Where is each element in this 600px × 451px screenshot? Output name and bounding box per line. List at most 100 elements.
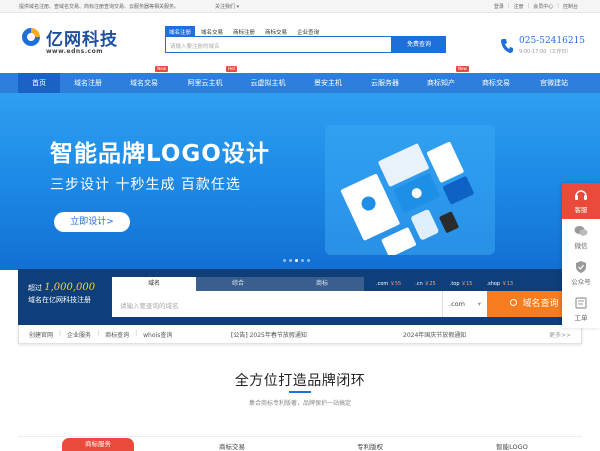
registration-caption: 域名在亿网科技注册 bbox=[28, 296, 91, 304]
more-notices-link[interactable]: 更多>> bbox=[549, 330, 571, 339]
free-search-button[interactable]: 免费查询 bbox=[392, 36, 446, 53]
nav-domain-register-label: 域名注册 bbox=[74, 79, 102, 87]
tab-domain[interactable]: 域名 bbox=[112, 277, 196, 291]
price-value: ￥15 bbox=[461, 281, 473, 287]
carousel-dot[interactable] bbox=[289, 259, 292, 262]
design-now-button[interactable]: 立即设计> bbox=[54, 212, 130, 232]
nav-trademark-trade[interactable]: 商标交易 New bbox=[456, 66, 522, 93]
nav-home[interactable]: 首页 bbox=[18, 73, 60, 93]
domain-search-label: 域名查询 bbox=[522, 299, 559, 309]
banner-subtitle: 三步设计 十秒生成 百款任选 bbox=[50, 177, 241, 193]
login-link[interactable]: 登录 bbox=[494, 3, 504, 10]
new-badge: New bbox=[456, 66, 469, 72]
nav-trademark-ip[interactable]: 商标知产 bbox=[416, 73, 466, 93]
sidebar-label: 公众号 bbox=[571, 278, 591, 286]
customer-service-button[interactable]: 客服 bbox=[562, 183, 600, 219]
carousel-dot[interactable] bbox=[301, 259, 304, 262]
carousel-dot[interactable] bbox=[295, 259, 298, 262]
logo-name: 亿网科技 bbox=[46, 30, 118, 50]
link-enterprise[interactable]: 企业服务 bbox=[67, 330, 91, 339]
domain-search-input[interactable]: 请输入要查询的域名 bbox=[112, 291, 442, 317]
nav-cloud-server[interactable]: 云服务器 bbox=[360, 73, 410, 93]
logo-icon bbox=[22, 28, 40, 46]
domain-prices: .com ￥55 .cn ￥25 .top ￥15 .shop ￥13 bbox=[376, 280, 513, 287]
floating-sidebar: 客服 微信 公众号 工单 bbox=[562, 183, 600, 328]
registration-count: 超过 1,000,000 bbox=[28, 282, 95, 293]
suffix-value: .com bbox=[449, 300, 465, 308]
phone-icon bbox=[501, 39, 513, 53]
section-title: 全方位打造品牌闭环 bbox=[234, 373, 366, 389]
logo-url: www.edns.com bbox=[46, 48, 103, 55]
tab-comprehensive[interactable]: 综合 bbox=[196, 277, 280, 291]
notice-item[interactable]: 2024年国庆节放假通知 bbox=[403, 330, 466, 339]
hotline: 025-52416215 9:00-17:00（工作日） bbox=[500, 36, 590, 66]
promo-prefix: 超过 bbox=[28, 284, 42, 292]
ticket-icon bbox=[575, 297, 587, 309]
sidebar-label: 客服 bbox=[574, 206, 588, 214]
banner-title: 智能品牌LOGO设计 bbox=[50, 141, 270, 167]
price-value: ￥55 bbox=[389, 281, 402, 287]
follow-us-link[interactable]: 关注我们 ▾ bbox=[215, 3, 239, 10]
domain-suffix-select[interactable]: .com ▾ bbox=[442, 291, 487, 317]
hero-banner[interactable]: 智能品牌LOGO设计 三步设计 十秒生成 百款任选 立即设计> bbox=[0, 93, 600, 270]
notice-text: 2025年春节放假通知 bbox=[249, 332, 307, 339]
nav-cloud-server-label: 云服务器 bbox=[371, 79, 399, 87]
account-links: 登录 | 注册 | 会员中心 | 控制台 bbox=[493, 3, 578, 10]
link-whois[interactable]: whois查询 bbox=[143, 330, 172, 339]
nav-domain-trade[interactable]: 域名交易 New bbox=[118, 66, 170, 93]
nav-domain-trade-label: 域名交易 bbox=[130, 79, 158, 87]
sidebar-label: 微信 bbox=[574, 242, 588, 250]
notice-item[interactable]: [公告] 2025年春节放假通知 bbox=[231, 330, 307, 339]
shield-check-icon bbox=[576, 261, 586, 273]
nav-jingan-host[interactable]: 景安主机 bbox=[302, 73, 354, 93]
carousel-dot[interactable] bbox=[283, 259, 286, 262]
site-logo[interactable]: 亿网科技 www.edns.com bbox=[20, 24, 140, 64]
price-value: ￥13 bbox=[501, 281, 514, 287]
nav-site-builder[interactable]: 官微建站 bbox=[528, 73, 580, 93]
price-shop[interactable]: .shop ￥13 bbox=[487, 280, 514, 287]
header: 亿网科技 www.edns.com 域名注册 域名交易 商标注册 商标交易 企业… bbox=[0, 13, 600, 73]
price-top[interactable]: .top ￥15 bbox=[450, 280, 473, 287]
link-trademark-search[interactable]: 商标查询 bbox=[105, 330, 129, 339]
console-link[interactable]: 控制台 bbox=[563, 3, 578, 10]
section-divider bbox=[289, 391, 311, 393]
headset-icon bbox=[575, 190, 587, 200]
wechat-button[interactable]: 微信 bbox=[562, 219, 600, 255]
site-intro: 提供域名注册、查域名交易、商标注册查询交易、云服务器等相关服务。 bbox=[19, 4, 180, 10]
carousel-dots bbox=[283, 259, 310, 262]
carousel-dot[interactable] bbox=[307, 259, 310, 262]
price-com[interactable]: .com ￥55 bbox=[376, 280, 401, 287]
nav-aliyun-host[interactable]: 阿里云主机 bbox=[176, 73, 234, 93]
domain-search-tabs: 域名 综合 商标 bbox=[112, 277, 364, 291]
section-subtitle: 集合商标专利版著，品牌保护一站搞定 bbox=[248, 400, 351, 407]
price-value: ￥25 bbox=[424, 281, 436, 287]
price-cn[interactable]: .cn ￥25 bbox=[415, 280, 435, 287]
phone-hours: 9:00-17:00（工作日） bbox=[519, 49, 572, 55]
nav-virtual-host[interactable]: 云虚拟主机 Hot bbox=[226, 66, 298, 93]
price-ext: .top bbox=[449, 281, 460, 287]
service-tabs: 商标服务 商标交易 专利版权 智能LOGO bbox=[18, 436, 582, 451]
quick-links-bar: 创建官网 | 企业服务 | 商标查询 | whois查询 [公告] 2025年春节放假… bbox=[18, 325, 582, 344]
member-center-link[interactable]: 会员中心 bbox=[533, 3, 553, 10]
new-badge: New bbox=[155, 66, 168, 72]
tab-trademark[interactable]: 商标 bbox=[280, 277, 364, 291]
link-create-site[interactable]: 创建官网 bbox=[29, 330, 53, 339]
domain-search-panel: 超过 1,000,000 域名在亿网科技注册 域名 综合 商标 .com ￥55… bbox=[18, 269, 600, 325]
search-icon bbox=[510, 299, 518, 306]
phone-number: 025-52416215 bbox=[519, 36, 586, 46]
price-ext: .com bbox=[376, 281, 389, 287]
promo-number: 1,000,000 bbox=[44, 282, 96, 293]
register-link[interactable]: 注册 bbox=[514, 3, 524, 10]
ticket-button[interactable]: 工单 bbox=[562, 291, 600, 327]
header-search-input[interactable]: 请输入要注册的域名 bbox=[165, 36, 392, 53]
nav-domain-register[interactable]: 域名注册 bbox=[62, 73, 114, 93]
main-nav: 首页 域名注册 域名交易 New 阿里云主机 云虚拟主机 Hot 景安主机 云服务器… bbox=[0, 66, 600, 93]
nav-jingan-host-label: 景安主机 bbox=[314, 79, 342, 87]
nav-aliyun-host-label: 阿里云主机 bbox=[187, 79, 223, 87]
official-account-button[interactable]: 公众号 bbox=[562, 255, 600, 291]
wechat-icon bbox=[574, 226, 588, 236]
tab-trademark-service[interactable]: 商标服务 bbox=[62, 438, 134, 451]
notice-tag: [公告] bbox=[231, 332, 248, 339]
top-bar: 提供域名注册、查域名交易、商标注册查询交易、云服务器等相关服务。 关注我们 ▾ … bbox=[0, 0, 600, 13]
chevron-down-icon: ▾ bbox=[477, 300, 481, 308]
